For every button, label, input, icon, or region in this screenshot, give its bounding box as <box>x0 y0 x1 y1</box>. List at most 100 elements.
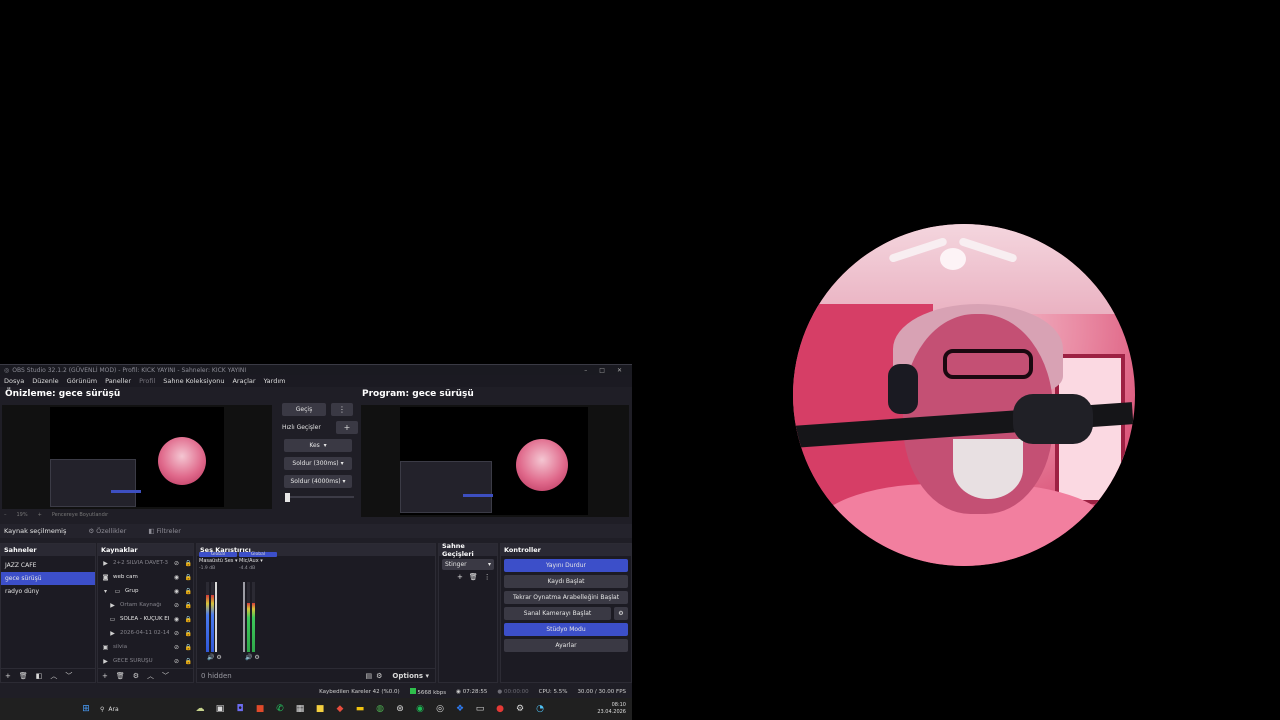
eye-hidden-icon: ⊘ <box>173 601 180 609</box>
properties-button[interactable]: ⚙ Özellikler <box>88 527 126 535</box>
mixer-layout-icon[interactable]: ▤ <box>365 672 372 680</box>
settings-icon[interactable]: ⚙ <box>510 698 530 720</box>
move-down-icon[interactable]: ﹀ <box>65 671 72 681</box>
scene-item[interactable]: radyo düny <box>1 585 95 598</box>
trash-icon[interactable]: 🗑 <box>19 672 28 680</box>
app-icon[interactable]: ❖ <box>450 698 470 720</box>
filter-icon[interactable]: ◧ <box>36 672 43 680</box>
add-icon[interactable]: + <box>102 672 108 680</box>
camera-icon: ◙ <box>102 573 109 581</box>
widget-icon[interactable]: ☁ <box>190 698 210 720</box>
menu-gorunum[interactable]: Görünüm <box>67 377 97 385</box>
volume-fader[interactable] <box>243 582 245 652</box>
scene-item[interactable]: JAZZ CAFE <box>1 559 95 572</box>
edge-icon[interactable]: ◔ <box>530 698 550 720</box>
app-icon[interactable]: ⊛ <box>390 698 410 720</box>
app-icon[interactable]: ▭ <box>470 698 490 720</box>
volume-fader[interactable] <box>215 582 217 652</box>
transition-select[interactable]: Stinger ▾ <box>442 559 494 570</box>
quick-transition-fade-300[interactable]: Soldur (300ms) ▾ <box>284 457 352 470</box>
stop-stream-button[interactable]: Yayını Durdur <box>504 559 628 572</box>
preview-title: Önizleme: gece sürüşü <box>5 389 121 399</box>
settings-button[interactable]: Ayarlar <box>504 639 628 652</box>
gear-icon[interactable]: ⚙ <box>133 672 139 680</box>
zoom-option[interactable]: Pencereye Boyutlandır <box>52 512 108 518</box>
folder-icon: ▭ <box>114 587 121 595</box>
search-box[interactable]: ⚲ Ara <box>96 701 186 717</box>
app-icon[interactable]: ■ <box>250 698 270 720</box>
source-item[interactable]: ▾ ▭ Grup ◉ 🔒 <box>98 584 193 598</box>
spotify-icon[interactable]: ◉ <box>410 698 430 720</box>
trash-icon[interactable]: 🗑 <box>116 672 125 680</box>
add-quick-transition-icon[interactable]: + <box>336 421 358 434</box>
hidden-count[interactable]: 0 hidden <box>201 672 361 680</box>
app-icon[interactable]: ◆ <box>330 698 350 720</box>
menu-yardim[interactable]: Yardım <box>264 377 286 385</box>
speaker-icon[interactable]: 🔊 ⚙ <box>245 654 260 661</box>
system-clock[interactable]: 08:10 23.04.2026 <box>597 702 632 716</box>
zoom-out-icon[interactable]: – <box>4 512 7 518</box>
maximize-button[interactable]: □ <box>599 367 605 374</box>
program-canvas <box>361 405 629 517</box>
quick-transition-fade-4000[interactable]: Soldur (4000ms) ▾ <box>284 475 352 488</box>
studio-mode-button[interactable]: Stüdyo Modu <box>504 623 628 636</box>
menu-araclar[interactable]: Araçlar <box>232 377 255 385</box>
close-button[interactable]: ✕ <box>617 367 622 374</box>
virtual-camera-button[interactable]: Sanal Kamerayı Başlat <box>504 607 611 620</box>
minimize-button[interactable]: – <box>584 367 587 374</box>
volume-meter <box>252 582 255 652</box>
menu-duzenle[interactable]: Düzenle <box>32 377 58 385</box>
move-down-icon[interactable]: ﹀ <box>162 671 169 681</box>
filters-button[interactable]: ◧ Filtreler <box>148 527 181 535</box>
mixer-settings-icon[interactable]: ⚙ <box>376 672 382 680</box>
preview-canvas[interactable] <box>2 405 272 509</box>
menu-paneller[interactable]: Paneller <box>105 377 131 385</box>
source-item[interactable]: ◙ web cam ◉ 🔒 <box>98 570 193 584</box>
app-icon[interactable]: ▦ <box>290 698 310 720</box>
sources-title: Kaynaklar <box>98 544 193 556</box>
title-bar: ◎ OBS Studio 32.1.2 (GÜVENLİ MOD) - Prof… <box>0 365 632 375</box>
menu-profil[interactable]: Profil <box>139 377 155 385</box>
chrome-icon[interactable]: ◍ <box>370 698 390 720</box>
obs-logo-icon: ◎ <box>4 366 10 374</box>
folder-icon[interactable]: ▬ <box>350 698 370 720</box>
move-up-icon[interactable]: ︿ <box>147 671 154 681</box>
trash-icon[interactable]: 🗑 <box>469 573 478 581</box>
whatsapp-icon[interactable]: ✆ <box>270 698 290 720</box>
preview-zoom-bar: – 19% + Pencereye Boyutlandır <box>0 511 272 519</box>
speaker-icon[interactable]: 🔊 ⚙ <box>207 654 222 661</box>
task-view-icon[interactable]: ▣ <box>210 698 230 720</box>
replay-buffer-button[interactable]: Tekrar Oynatma Arabelleğini Başlat <box>504 591 628 604</box>
quick-transitions-label: Hızlı Geçişler <box>282 424 321 431</box>
source-item[interactable]: ▶ GECE SÜRÜŞÜ ⊘ 🔒 <box>98 654 193 668</box>
more-options-icon[interactable]: ⋮ <box>484 573 491 581</box>
more-options-icon[interactable]: ⋮ <box>331 403 353 416</box>
source-item[interactable]: ▶ 2+2 SILVIA DAVET-3 ⊘ 🔒 <box>98 556 193 570</box>
notes-icon[interactable]: ■ <box>310 698 330 720</box>
options-button[interactable]: Options ▾ <box>392 672 429 680</box>
monitor-icon: ▭ <box>109 615 116 623</box>
source-item[interactable]: ▣ silvia ⊘ 🔒 <box>98 640 193 654</box>
menu-sahne-koleksiyonu[interactable]: Sahne Koleksiyonu <box>163 377 224 385</box>
teams-icon[interactable]: ◘ <box>230 698 250 720</box>
t-bar-slider[interactable] <box>282 493 358 502</box>
transition-button[interactable]: Geçiş <box>282 403 326 416</box>
add-icon[interactable]: + <box>5 672 11 680</box>
controls-title: Kontroller <box>501 544 631 556</box>
play-icon: ▶ <box>110 601 115 609</box>
quick-transition-cut[interactable]: Kes ▾ <box>284 439 352 452</box>
add-icon[interactable]: + <box>457 573 463 581</box>
windows-start-icon[interactable]: ⊞ <box>76 698 96 720</box>
controls-dock: Kontroller Yayını Durdur Kaydı Başlat Te… <box>500 543 632 683</box>
menu-dosya[interactable]: Dosya <box>4 377 24 385</box>
gear-icon[interactable]: ⚙ <box>614 607 628 620</box>
app-icon[interactable]: ● <box>490 698 510 720</box>
source-item[interactable]: ▶ Ortam Kaynağı ⊘ 🔒 <box>98 598 193 612</box>
source-item[interactable]: ▶ 2026-04-11 02-14- ⊘ 🔒 <box>98 626 193 640</box>
zoom-in-icon[interactable]: + <box>38 512 42 518</box>
source-item[interactable]: ▭SOLEA - KÜÇÜK EKRAN◉🔒 <box>98 612 193 626</box>
start-recording-button[interactable]: Kaydı Başlat <box>504 575 628 588</box>
app-icon[interactable]: ◎ <box>430 698 450 720</box>
move-up-icon[interactable]: ︿ <box>50 671 57 681</box>
scene-item[interactable]: gece sürüşü <box>1 572 95 585</box>
